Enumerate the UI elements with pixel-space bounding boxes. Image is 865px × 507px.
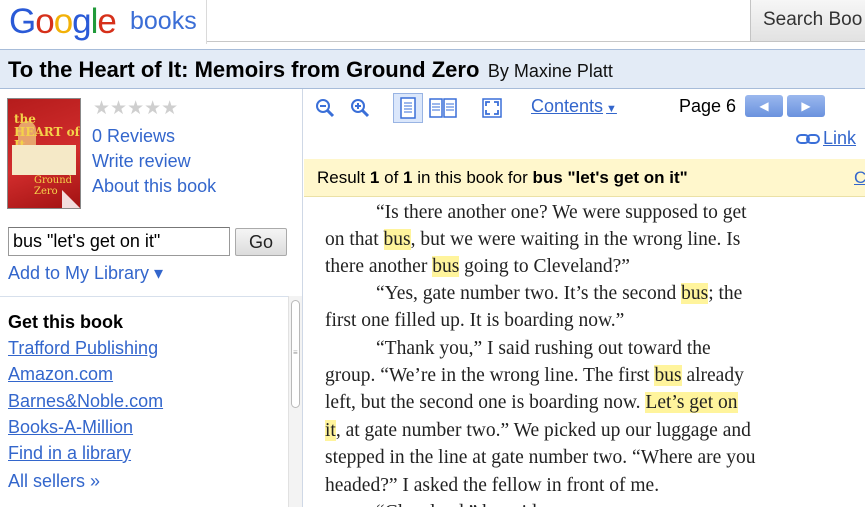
about-this-book-link[interactable]: About this book (92, 176, 216, 197)
page-text-line: “Is there another one? We were supposed … (376, 200, 747, 226)
page-text-segment: “Yes, gate number two. It’s the second (376, 283, 682, 304)
book-author: By Maxine Platt (487, 61, 613, 81)
page-text-line: “Thank you,” I said rushing out toward t… (376, 336, 711, 362)
page-text-segment: left, but the second one is boarding now… (325, 392, 646, 413)
page-text-segment: , but we were waiting in the wrong line.… (410, 229, 741, 250)
page-text-segment: ; the (708, 283, 743, 304)
google-books-logo[interactable]: Google books (9, 2, 197, 42)
zoom-out-icon[interactable] (310, 93, 340, 123)
reviews-link[interactable]: 0 Reviews (92, 126, 175, 147)
contents-dropdown[interactable]: Contents ▼ (531, 96, 617, 117)
arrow-left-icon: ◀ (759, 99, 769, 113)
logo-letter: o (53, 2, 73, 41)
search-result-bar: Result 1 of 1 in this book for bus "let'… (304, 159, 865, 197)
link-button[interactable]: Link (823, 128, 856, 149)
arrow-right-icon: ▶ (801, 99, 811, 113)
top-bar: Google books Search Boo (0, 0, 865, 49)
cover-band (12, 145, 76, 175)
page-text-line: it, at gate number two.” We picked up ou… (325, 418, 751, 444)
chevron-down-icon: ▼ (606, 103, 617, 115)
seller-link-books-a-million[interactable]: Books-A-Million (8, 417, 133, 438)
add-to-my-library-dropdown[interactable]: Add to My Library ▾ (8, 263, 163, 284)
page-text-segment: going to Cleveland?” (459, 256, 630, 277)
search-highlight: bus (654, 365, 682, 386)
search-books-button[interactable]: Search Boo (750, 0, 865, 42)
page-text-segment: “Cleveland,” he said. (376, 502, 542, 507)
page-text-line: headed?” I asked the fellow in front of … (325, 473, 659, 499)
two-page-view-icon[interactable] (428, 93, 458, 123)
page-text-segment: already (681, 365, 744, 386)
result-prefix: Result (317, 168, 370, 187)
page-text-line: first one filled up. It is boarding now.… (325, 308, 624, 334)
all-sellers-link[interactable]: All sellers » (8, 471, 100, 492)
search-in-book-input[interactable] (8, 227, 230, 256)
search-highlight: bus (432, 256, 460, 277)
fullscreen-icon[interactable] (477, 93, 507, 123)
logo-letter: e (97, 2, 116, 41)
result-query: bus "let's get on it" (532, 168, 688, 187)
left-panel: the HEART of It Ground Zero ★★★★★ 0 Revi… (0, 89, 303, 507)
previous-page-button[interactable]: ◀ (745, 95, 783, 117)
seller-link-amazon[interactable]: Amazon.com (8, 364, 113, 385)
book-title: To the Heart of It: Memoirs from Ground … (8, 57, 480, 82)
grip-icon: ≡ (293, 348, 298, 357)
search-input[interactable] (207, 0, 750, 42)
book-title-bar: To the Heart of It: Memoirs from Ground … (0, 49, 865, 89)
go-button[interactable]: Go (235, 228, 287, 256)
seller-link-barnes-noble[interactable]: Barnes&Noble.com (8, 391, 163, 412)
contents-label: Contents (531, 96, 604, 116)
chain-link-icon[interactable] (796, 132, 820, 150)
page-text-line: left, but the second one is boarding now… (325, 390, 738, 416)
result-index: 1 (369, 168, 380, 187)
page-text-segment: first one filled up. It is boarding now.… (325, 310, 625, 331)
page-text-segment: headed?” I asked the fellow in front of … (325, 475, 660, 496)
logo-letter: o (35, 2, 54, 41)
result-middle: in this book for (412, 168, 533, 187)
scrollbar-thumb[interactable]: ≡ (291, 300, 300, 408)
logo-books-label: books (130, 7, 197, 35)
page-curl-icon (62, 190, 80, 208)
find-in-library-link[interactable]: Find in a library (8, 443, 131, 464)
sidebar-divider (0, 296, 302, 297)
page-text-segment: group. “We’re in the wrong line. The fir… (325, 365, 655, 386)
search-highlight: bus (383, 229, 411, 250)
seller-link-trafford[interactable]: Trafford Publishing (8, 338, 158, 359)
page-text-line: stepped in the line at gate number two. … (325, 445, 755, 471)
single-page-view-icon[interactable] (393, 93, 423, 123)
get-this-book-heading: Get this book (8, 312, 124, 332)
page-text-segment: stepped in the line at gate number two. … (325, 447, 756, 468)
write-review-link[interactable]: Write review (92, 151, 191, 172)
page-text-segment: , at gate number two.” We picked up our … (335, 420, 751, 441)
page-text-segment: “Thank you,” I said rushing out toward t… (376, 338, 711, 359)
result-of: of (379, 168, 404, 187)
page-text-line: there another bus going to Cleveland?” (325, 254, 630, 280)
page-text-line: “Cleveland,” he said. (376, 500, 542, 507)
page-text-segment: there another (325, 256, 433, 277)
page-text-line: group. “We’re in the wrong line. The fir… (325, 363, 744, 389)
clear-search-link[interactable]: C (854, 168, 865, 188)
page-text-line: “Yes, gate number two. It’s the second b… (376, 281, 742, 307)
search-highlight: Let’s get on (645, 392, 738, 413)
logo-letter: G (9, 2, 36, 41)
rating-stars[interactable]: ★★★★★ (93, 98, 178, 120)
search-highlight: bus (681, 283, 709, 304)
search-highlight: it (325, 420, 336, 441)
page-number-label: Page 6 (679, 96, 737, 116)
page-text-segment: on that (325, 229, 384, 250)
book-cover-thumbnail[interactable]: the HEART of It Ground Zero (7, 98, 81, 209)
page-text-line: on that bus, but we were waiting in the … (325, 227, 740, 253)
page-text-segment: “Is there another one? We were supposed … (376, 202, 747, 223)
book-page-view[interactable]: “Is there another one? We were supposed … (304, 198, 865, 507)
sidebar-scrollbar[interactable]: ≡ (288, 296, 302, 507)
logo-letter: g (72, 2, 91, 41)
viewer-toolbar: Contents ▼ Page 6 ◀ ▶ Link (304, 89, 865, 159)
next-page-button[interactable]: ▶ (787, 95, 825, 117)
zoom-in-icon[interactable] (345, 93, 375, 123)
